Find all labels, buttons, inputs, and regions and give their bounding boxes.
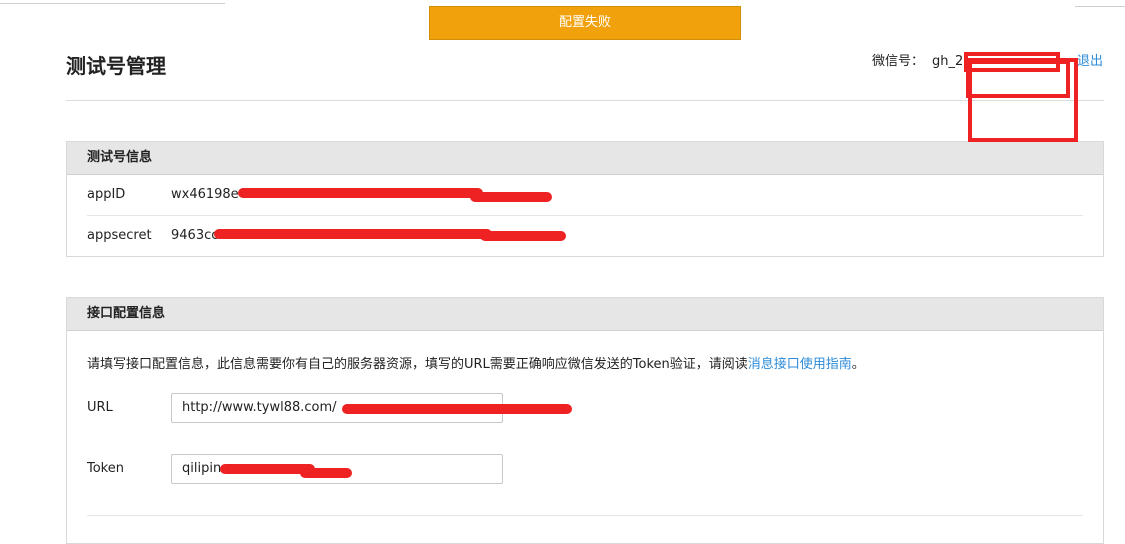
- logout-link[interactable]: 退出: [1077, 50, 1103, 69]
- url-label: URL: [87, 400, 113, 415]
- page-title: 测试号管理: [66, 54, 166, 78]
- description-text: 请填写接口配置信息，此信息需要你有自己的服务器资源，填写的URL需要正确响应微信…: [87, 357, 748, 372]
- info-row-appid: appID wx46198e: [87, 175, 1083, 215]
- appsecret-label: appsecret: [87, 228, 152, 243]
- redaction-mark: [480, 231, 566, 241]
- account-id: gh_2: [932, 54, 964, 69]
- redaction-mark: [238, 188, 483, 198]
- appid-value: wx46198e: [171, 187, 239, 202]
- message-guide-link[interactable]: 消息接口使用指南: [748, 357, 852, 372]
- description-end: 。: [851, 357, 865, 372]
- redaction-mark: [342, 404, 572, 414]
- header-divider: [66, 100, 1104, 101]
- form-divider: [87, 515, 1083, 516]
- account-info: 微信号： gh_2: [872, 50, 963, 69]
- appsecret-value: 9463cc: [171, 228, 219, 243]
- redaction-mark: [470, 192, 552, 202]
- redaction-scribble: [968, 58, 1078, 142]
- redaction-mark: [214, 229, 492, 239]
- test-account-panel: 测试号信息 appID wx46198e appsecret 9463cc: [66, 141, 1104, 257]
- token-label: Token: [87, 461, 124, 476]
- test-account-panel-title: 测试号信息: [67, 142, 1103, 175]
- config-failed-alert: 配置失败: [429, 6, 741, 40]
- redaction-mark: [300, 468, 352, 478]
- top-edge-line-right: [1075, 0, 1125, 7]
- appid-label: appID: [87, 187, 126, 202]
- interface-config-panel: 接口配置信息 请填写接口配置信息，此信息需要你有自己的服务器资源，填写的URL需…: [66, 297, 1104, 544]
- top-edge-line: [0, 0, 225, 4]
- account-label: 微信号：: [872, 54, 925, 69]
- interface-config-panel-title: 接口配置信息: [67, 298, 1103, 331]
- interface-description: 请填写接口配置信息，此信息需要你有自己的服务器资源，填写的URL需要正确响应微信…: [87, 353, 865, 372]
